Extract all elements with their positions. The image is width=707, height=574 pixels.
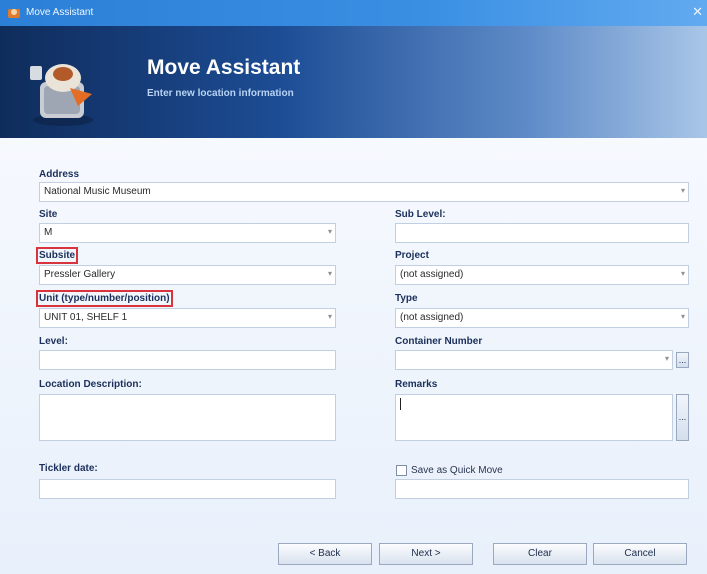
back-button[interactable]: < Back xyxy=(278,543,372,565)
site-label: Site xyxy=(39,209,58,220)
page-title: Move Assistant xyxy=(147,56,301,79)
address-value: National Music Museum xyxy=(44,186,151,197)
page-subtitle: Enter new location information xyxy=(147,88,294,99)
level-field[interactable] xyxy=(39,350,336,370)
unit-value: UNIT 01, SHELF 1 xyxy=(44,312,128,323)
clear-button[interactable]: Clear xyxy=(493,543,587,565)
type-label: Type xyxy=(395,293,418,304)
address-label: Address xyxy=(39,169,80,180)
save-quick-move-label: Save as Quick Move xyxy=(411,465,503,476)
chevron-down-icon[interactable]: ▾ xyxy=(681,186,685,195)
remarks-field[interactable] xyxy=(395,394,673,441)
cancel-button[interactable]: Cancel xyxy=(593,543,687,565)
chevron-down-icon[interactable]: ▾ xyxy=(681,269,685,278)
unit-combo[interactable]: UNIT 01, SHELF 1 ▾ xyxy=(39,308,336,328)
tickler-date-field[interactable] xyxy=(39,479,336,499)
sub-level-label: Sub Level: xyxy=(395,209,446,220)
subsite-combo[interactable]: Pressler Gallery ▾ xyxy=(39,265,336,285)
type-combo[interactable]: (not assigned) ▾ xyxy=(395,308,689,328)
project-label: Project xyxy=(395,250,429,261)
project-combo[interactable]: (not assigned) ▾ xyxy=(395,265,689,285)
header-banner: Move Assistant Enter new location inform… xyxy=(0,26,707,138)
type-value: (not assigned) xyxy=(400,312,464,323)
subsite-value: Pressler Gallery xyxy=(44,269,116,280)
chevron-down-icon[interactable]: ▾ xyxy=(681,312,685,321)
app-icon xyxy=(8,9,20,18)
sub-level-field[interactable] xyxy=(395,223,689,243)
container-number-combo[interactable]: ▾ xyxy=(395,350,673,370)
address-combo[interactable]: National Music Museum ▾ xyxy=(39,182,689,202)
site-combo[interactable]: M ▾ xyxy=(39,223,336,243)
close-icon[interactable]: ✕ xyxy=(692,5,703,20)
chevron-down-icon[interactable]: ▾ xyxy=(328,269,332,278)
window-title: Move Assistant xyxy=(26,7,94,18)
save-quick-move-checkbox[interactable] xyxy=(396,465,407,476)
chevron-down-icon[interactable]: ▾ xyxy=(328,312,332,321)
container-number-label: Container Number xyxy=(395,336,483,347)
form-area: Address National Music Museum ▾ Site M ▾… xyxy=(0,138,707,574)
quick-move-name-field[interactable] xyxy=(395,479,689,499)
site-value: M xyxy=(44,227,53,238)
location-description-label: Location Description: xyxy=(39,379,142,390)
project-value: (not assigned) xyxy=(400,269,464,280)
chevron-down-icon[interactable]: ▾ xyxy=(665,354,669,363)
remarks-expand-button[interactable]: ... xyxy=(676,394,689,441)
chevron-down-icon[interactable]: ▾ xyxy=(328,227,332,236)
next-button[interactable]: Next > xyxy=(379,543,473,565)
unit-label: Unit (type/number/position) xyxy=(36,290,173,307)
title-bar: Move Assistant ✕ xyxy=(0,0,707,26)
museum-object-icon xyxy=(30,64,93,126)
level-label: Level: xyxy=(39,336,68,347)
text-caret xyxy=(400,398,401,410)
subsite-label: Subsite xyxy=(35,247,79,264)
location-description-field[interactable] xyxy=(39,394,336,441)
remarks-label: Remarks xyxy=(395,379,438,390)
container-lookup-button[interactable]: ... xyxy=(676,352,689,368)
tickler-date-label: Tickler date: xyxy=(39,463,98,474)
